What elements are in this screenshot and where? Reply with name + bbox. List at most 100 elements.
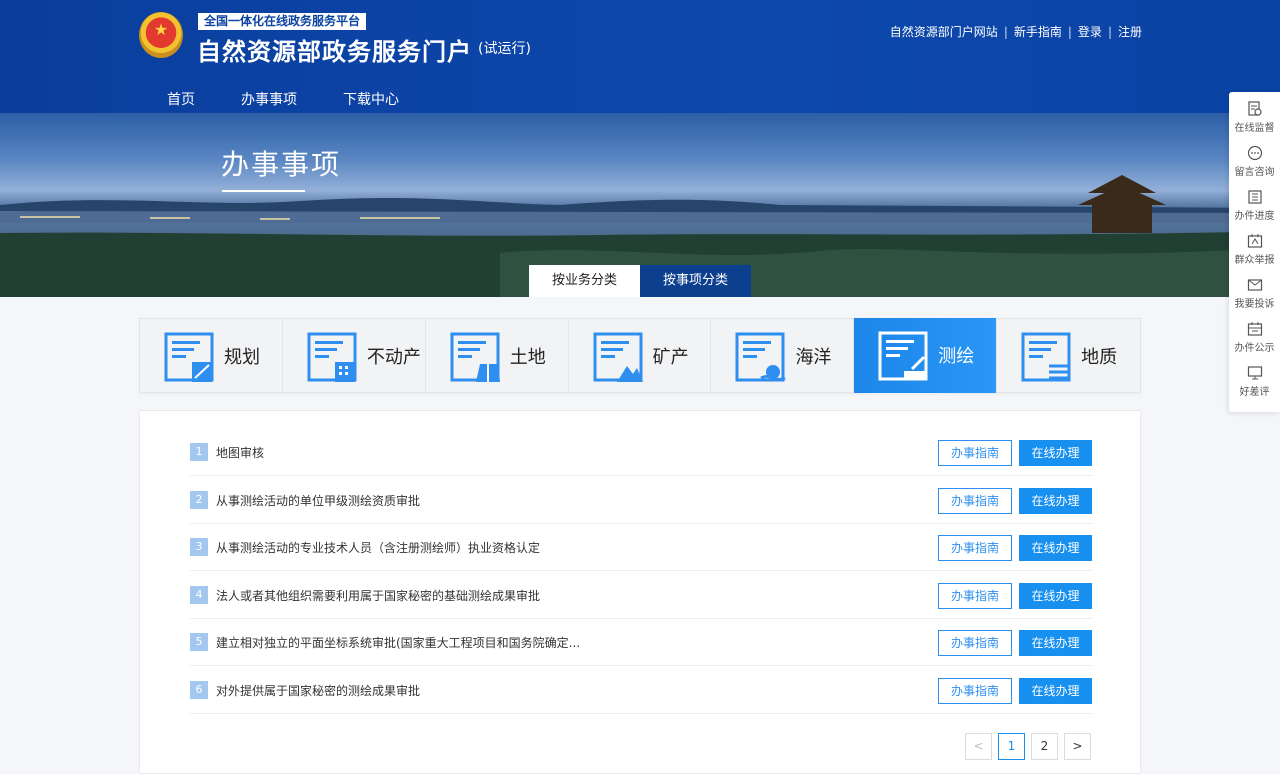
tab-by-business[interactable]: 按业务分类 xyxy=(529,265,640,297)
item-title[interactable]: 法人或者其他组织需要利用属于国家秘密的基础测绘成果审批 xyxy=(216,587,540,604)
float-label: 在线监督 xyxy=(1234,123,1275,134)
apply-online-button[interactable]: 在线办理 xyxy=(1019,488,1092,514)
float-complaint[interactable]: 我要投诉 xyxy=(1229,268,1280,312)
category-label: 土地 xyxy=(509,347,546,368)
float-label: 我要投诉 xyxy=(1234,299,1275,310)
nav-home[interactable]: 首页 xyxy=(167,89,195,116)
item-title[interactable]: 从事测绘活动的专业技术人员（含注册测绘师）执业资格认定 xyxy=(216,539,540,556)
float-label: 办件进度 xyxy=(1234,211,1275,222)
guide-button[interactable]: 办事指南 xyxy=(938,440,1012,466)
float-publicity[interactable]: 办件公示 xyxy=(1229,312,1280,356)
category-strip: 规划 不动产 土地 矿产 海洋 测绘 地质 xyxy=(139,318,1141,393)
float-supervision[interactable]: 在线监督 xyxy=(1229,92,1280,136)
tab-by-item[interactable]: 按事项分类 xyxy=(640,265,751,297)
beginner-guide-link[interactable]: 新手指南 xyxy=(1014,23,1062,40)
site-header: 全国一体化在线政务服务平台 自然资源部政务服务门户 (试运行) 自然资源部门户网… xyxy=(0,0,1280,116)
float-progress[interactable]: 办件进度 xyxy=(1229,180,1280,224)
list-item: 2 从事测绘活动的单位甲级测绘资质审批 办事指南 在线办理 xyxy=(190,476,1092,524)
category-land[interactable]: 土地 xyxy=(426,319,569,392)
list-item: 6 对外提供属于国家秘密的测绘成果审批 办事指南 在线办理 xyxy=(190,666,1092,714)
apply-online-button[interactable]: 在线办理 xyxy=(1019,583,1092,609)
real-estate-icon xyxy=(307,332,357,382)
category-ocean[interactable]: 海洋 xyxy=(711,319,855,392)
list-item: 4 法人或者其他组织需要利用属于国家秘密的基础测绘成果审批 办事指南 在线办理 xyxy=(190,571,1092,619)
category-mineral[interactable]: 矿产 xyxy=(569,319,712,392)
float-label: 留言咨询 xyxy=(1234,167,1275,178)
item-number: 1 xyxy=(190,443,208,461)
link-divider: | xyxy=(1003,24,1008,39)
category-label: 矿产 xyxy=(652,347,689,368)
category-geology[interactable]: 地质 xyxy=(997,319,1140,392)
land-icon xyxy=(450,332,500,382)
link-divider: | xyxy=(1067,24,1072,39)
national-emblem-logo xyxy=(139,12,183,58)
service-list-card: 1 地图审核 办事指南 在线办理 2 从事测绘活动的单位甲级测绘资质审批 办事指… xyxy=(139,410,1141,774)
guide-button[interactable]: 办事指南 xyxy=(938,630,1012,656)
ministry-portal-link[interactable]: 自然资源部门户网站 xyxy=(890,23,998,40)
float-message[interactable]: 留言咨询 xyxy=(1229,136,1280,180)
category-label: 海洋 xyxy=(795,347,832,368)
guide-button[interactable]: 办事指南 xyxy=(938,678,1012,704)
apply-online-button[interactable]: 在线办理 xyxy=(1019,678,1092,704)
page-button-1[interactable]: 1 xyxy=(998,733,1025,760)
item-number: 5 xyxy=(190,633,208,651)
apply-online-button[interactable]: 在线办理 xyxy=(1019,535,1092,561)
site-title[interactable]: 自然资源部政务服务门户 xyxy=(197,32,472,67)
item-title[interactable]: 从事测绘活动的单位甲级测绘资质审批 xyxy=(216,492,420,509)
list-item: 5 建立相对独立的平面坐标系统审批(国家重大工程项目和国务院确定... 办事指南… xyxy=(190,618,1092,666)
category-label: 不动产 xyxy=(366,347,421,368)
next-page-button[interactable]: > xyxy=(1064,733,1091,760)
mail-icon xyxy=(1247,279,1262,291)
item-number: 4 xyxy=(190,586,208,604)
nav-downloads[interactable]: 下载中心 xyxy=(343,89,399,116)
register-link[interactable]: 注册 xyxy=(1118,23,1142,40)
report-icon xyxy=(1247,234,1262,248)
supervision-icon xyxy=(1247,101,1262,116)
item-number: 3 xyxy=(190,538,208,556)
guide-button[interactable]: 办事指南 xyxy=(938,488,1012,514)
site-subtitle: (试运行) xyxy=(478,41,531,57)
category-label: 测绘 xyxy=(938,346,975,367)
category-surveying[interactable]: 测绘 xyxy=(854,318,998,393)
category-label: 地质 xyxy=(1081,347,1118,368)
float-label: 群众举报 xyxy=(1234,255,1275,266)
nav-services[interactable]: 办事事项 xyxy=(241,89,297,116)
category-planning[interactable]: 规划 xyxy=(140,319,283,392)
link-divider: | xyxy=(1107,24,1112,39)
pagination: < 1 2 > xyxy=(965,733,1091,760)
category-real-estate[interactable]: 不动产 xyxy=(283,319,426,392)
hero-banner: 办事事项 按业务分类 按事项分类 xyxy=(0,113,1280,297)
guide-button[interactable]: 办事指南 xyxy=(938,583,1012,609)
float-report[interactable]: 群众举报 xyxy=(1229,224,1280,268)
progress-icon xyxy=(1247,190,1262,204)
floating-service-bar: 在线监督 留言咨询 办件进度 群众举报 我要投诉 办件公示 好差评 xyxy=(1229,92,1280,412)
title-underline xyxy=(222,190,305,192)
message-icon xyxy=(1247,145,1262,161)
guide-button[interactable]: 办事指南 xyxy=(938,535,1012,561)
main-nav: 首页 办事事项 下载中心 xyxy=(167,89,399,116)
list-item: 1 地图审核 办事指南 在线办理 xyxy=(190,428,1092,476)
calendar-icon xyxy=(1247,322,1262,336)
mineral-icon xyxy=(593,332,643,382)
float-rating[interactable]: 好差评 xyxy=(1229,356,1280,400)
item-title[interactable]: 建立相对独立的平面坐标系统审批(国家重大工程项目和国务院确定... xyxy=(216,634,580,651)
geology-icon xyxy=(1021,332,1071,382)
top-links: 自然资源部门户网站 | 新手指南 | 登录 | 注册 xyxy=(890,23,1142,40)
list-item: 3 从事测绘活动的专业技术人员（含注册测绘师）执业资格认定 办事指南 在线办理 xyxy=(190,523,1092,571)
page-button-2[interactable]: 2 xyxy=(1031,733,1058,760)
apply-online-button[interactable]: 在线办理 xyxy=(1019,630,1092,656)
item-number: 6 xyxy=(190,681,208,699)
category-label: 规划 xyxy=(224,347,260,368)
float-label: 好差评 xyxy=(1239,387,1270,398)
ocean-icon xyxy=(735,332,787,382)
prev-page-button[interactable]: < xyxy=(965,733,992,760)
apply-online-button[interactable]: 在线办理 xyxy=(1019,440,1092,466)
surveying-icon xyxy=(878,331,928,381)
monitor-icon xyxy=(1247,366,1262,380)
page-title: 办事事项 xyxy=(221,148,342,181)
classification-tabs: 按业务分类 按事项分类 xyxy=(529,265,751,297)
login-link[interactable]: 登录 xyxy=(1078,23,1102,40)
item-title[interactable]: 地图审核 xyxy=(216,444,264,461)
item-title[interactable]: 对外提供属于国家秘密的测绘成果审批 xyxy=(216,682,420,699)
float-label: 办件公示 xyxy=(1234,343,1275,354)
